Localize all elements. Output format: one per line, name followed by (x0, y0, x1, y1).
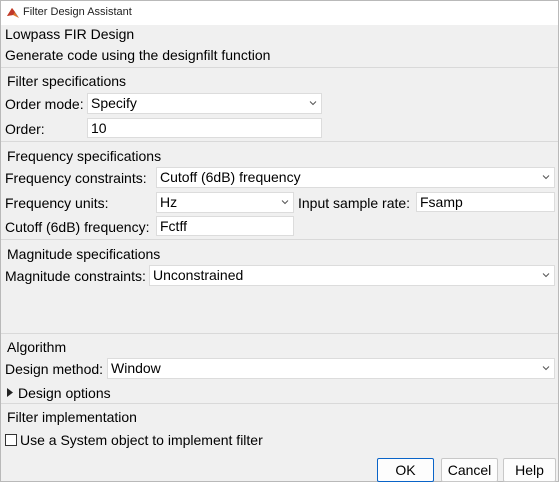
design-title: Lowpass FIR Design (5, 26, 135, 42)
frequency-constraints-label: Frequency constraints: (5, 170, 147, 186)
order-mode-value: Specify (91, 95, 137, 111)
system-object-label: Use a System object to implement filter (20, 432, 263, 448)
chevron-down-icon (542, 273, 550, 278)
help-button[interactable]: Help (503, 458, 556, 482)
matlab-logo-icon (7, 8, 19, 18)
magnitude-constraints-dropdown[interactable]: Unconstrained (149, 265, 555, 286)
design-subtitle: Generate code using the designfilt funct… (5, 47, 271, 63)
filter-implementation-panel: Filter implementation Use a System objec… (1, 403, 558, 452)
algorithm-heading: Algorithm (7, 339, 67, 355)
magnitude-constraints-value: Unconstrained (153, 267, 244, 283)
chevron-down-icon (281, 200, 289, 205)
filter-specifications-panel: Filter specifications Order mode: Specif… (1, 67, 558, 142)
filter-implementation-heading: Filter implementation (7, 409, 137, 425)
system-object-checkbox[interactable] (5, 434, 17, 446)
design-method-value: Window (111, 360, 161, 376)
cutoff-frequency-label: Cutoff (6dB) frequency: (5, 219, 150, 235)
design-options-label: Design options (18, 385, 111, 401)
title-bar: Filter Design Assistant (1, 1, 558, 25)
ok-button[interactable]: OK (377, 458, 434, 482)
input-sample-rate-label: Input sample rate: (298, 195, 411, 211)
cutoff-frequency-input[interactable]: Fctff (156, 216, 294, 236)
order-input[interactable]: 10 (87, 118, 322, 138)
design-method-dropdown[interactable]: Window (107, 358, 555, 379)
frequency-units-dropdown[interactable]: Hz (156, 192, 294, 213)
expand-triangle-icon (7, 388, 13, 397)
window-title: Filter Design Assistant (23, 6, 132, 18)
chevron-down-icon (542, 366, 550, 371)
algorithm-panel: Algorithm Design method: Window Design o… (1, 333, 558, 404)
chevron-down-icon (542, 175, 550, 180)
order-mode-dropdown[interactable]: Specify (87, 93, 322, 114)
order-mode-label: Order mode: (5, 96, 84, 112)
dialog-window: Filter Design Assistant Lowpass FIR Desi… (0, 0, 559, 482)
frequency-units-value: Hz (160, 194, 178, 210)
magnitude-specifications-panel: Magnitude specifications Magnitude const… (1, 239, 558, 332)
design-options-toggle[interactable]: Design options (5, 384, 145, 402)
frequency-specifications-heading: Frequency specifications (7, 148, 162, 164)
input-sample-rate-input[interactable]: Fsamp (416, 192, 555, 212)
chevron-down-icon (309, 101, 317, 106)
magnitude-specifications-heading: Magnitude specifications (7, 246, 161, 262)
frequency-constraints-dropdown[interactable]: Cutoff (6dB) frequency (156, 167, 555, 188)
cancel-button[interactable]: Cancel (441, 458, 498, 482)
frequency-constraints-value: Cutoff (6dB) frequency (160, 169, 301, 185)
frequency-units-label: Frequency units: (5, 195, 109, 211)
filter-specifications-heading: Filter specifications (7, 73, 127, 89)
design-method-label: Design method: (5, 361, 104, 377)
magnitude-constraints-label: Magnitude constraints: (5, 268, 146, 284)
order-label: Order: (5, 121, 45, 137)
system-object-checkbox-row[interactable]: Use a System object to implement filter (5, 432, 275, 450)
frequency-specifications-panel: Frequency specifications Frequency const… (1, 141, 558, 240)
